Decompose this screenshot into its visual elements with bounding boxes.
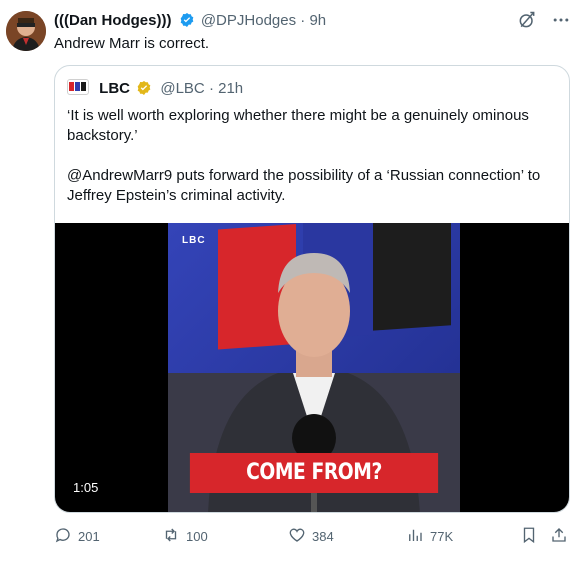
- bookmark-icon: [520, 526, 538, 547]
- video-frame: LBC COME FROM?: [168, 223, 460, 512]
- author-handle[interactable]: @DPJHodges: [201, 12, 296, 29]
- lbc-avatar[interactable]: [67, 79, 89, 95]
- more-icon[interactable]: [551, 10, 571, 35]
- author-name[interactable]: (((Dan Hodges))): [54, 12, 171, 29]
- verified-gold-icon: [136, 80, 152, 96]
- repost-button[interactable]: 100: [162, 524, 208, 548]
- quoted-paragraph: @AndrewMarr9 puts forward the possibilit…: [67, 167, 541, 204]
- tweet-text: Andrew Marr is correct.: [54, 35, 210, 52]
- quoted-text: ‘It is well worth exploring whether ther…: [67, 106, 559, 206]
- reply-count: 201: [78, 528, 100, 544]
- quoted-tweet[interactable]: LBC @LBC · 21h ‘It is well worth explori…: [54, 65, 570, 513]
- reply-icon: [54, 526, 72, 547]
- share-button[interactable]: [550, 524, 568, 548]
- video-caption: COME FROM?: [189, 453, 439, 493]
- repost-icon: [162, 526, 180, 547]
- quoted-handle[interactable]: @LBC: [160, 80, 204, 97]
- author-avatar[interactable]: [6, 11, 46, 51]
- like-count: 384: [312, 528, 334, 544]
- action-bar: 201 100 384 77K: [54, 524, 574, 548]
- views-button[interactable]: 77K: [406, 524, 453, 548]
- post-time[interactable]: 9h: [309, 12, 326, 29]
- repost-count: 100: [186, 528, 208, 544]
- grok-icon[interactable]: [517, 10, 537, 35]
- share-icon: [550, 526, 568, 547]
- small-logo: LBC: [182, 235, 206, 246]
- bookmark-button[interactable]: [520, 524, 538, 548]
- quoted-paragraph: ‘It is well worth exploring whether ther…: [67, 107, 529, 144]
- quoted-name[interactable]: LBC: [99, 80, 130, 97]
- tweet-header: (((Dan Hodges))) @DPJHodges · 9h: [54, 11, 583, 33]
- views-count: 77K: [430, 528, 454, 544]
- like-button[interactable]: 384: [288, 524, 334, 548]
- quoted-time[interactable]: 21h: [218, 80, 243, 97]
- video-player[interactable]: LBC COME FROM? 1:05: [55, 223, 569, 512]
- top-icons: [517, 10, 571, 35]
- verified-blue-icon: [179, 12, 195, 28]
- video-timestamp: 1:05: [67, 478, 105, 498]
- header-separator: ·: [300, 12, 306, 29]
- reply-button[interactable]: 201: [54, 524, 100, 548]
- like-icon: [288, 526, 306, 547]
- quoted-header: LBC @LBC · 21h: [67, 79, 243, 99]
- views-icon: [406, 526, 424, 547]
- quoted-separator: ·: [208, 80, 214, 97]
